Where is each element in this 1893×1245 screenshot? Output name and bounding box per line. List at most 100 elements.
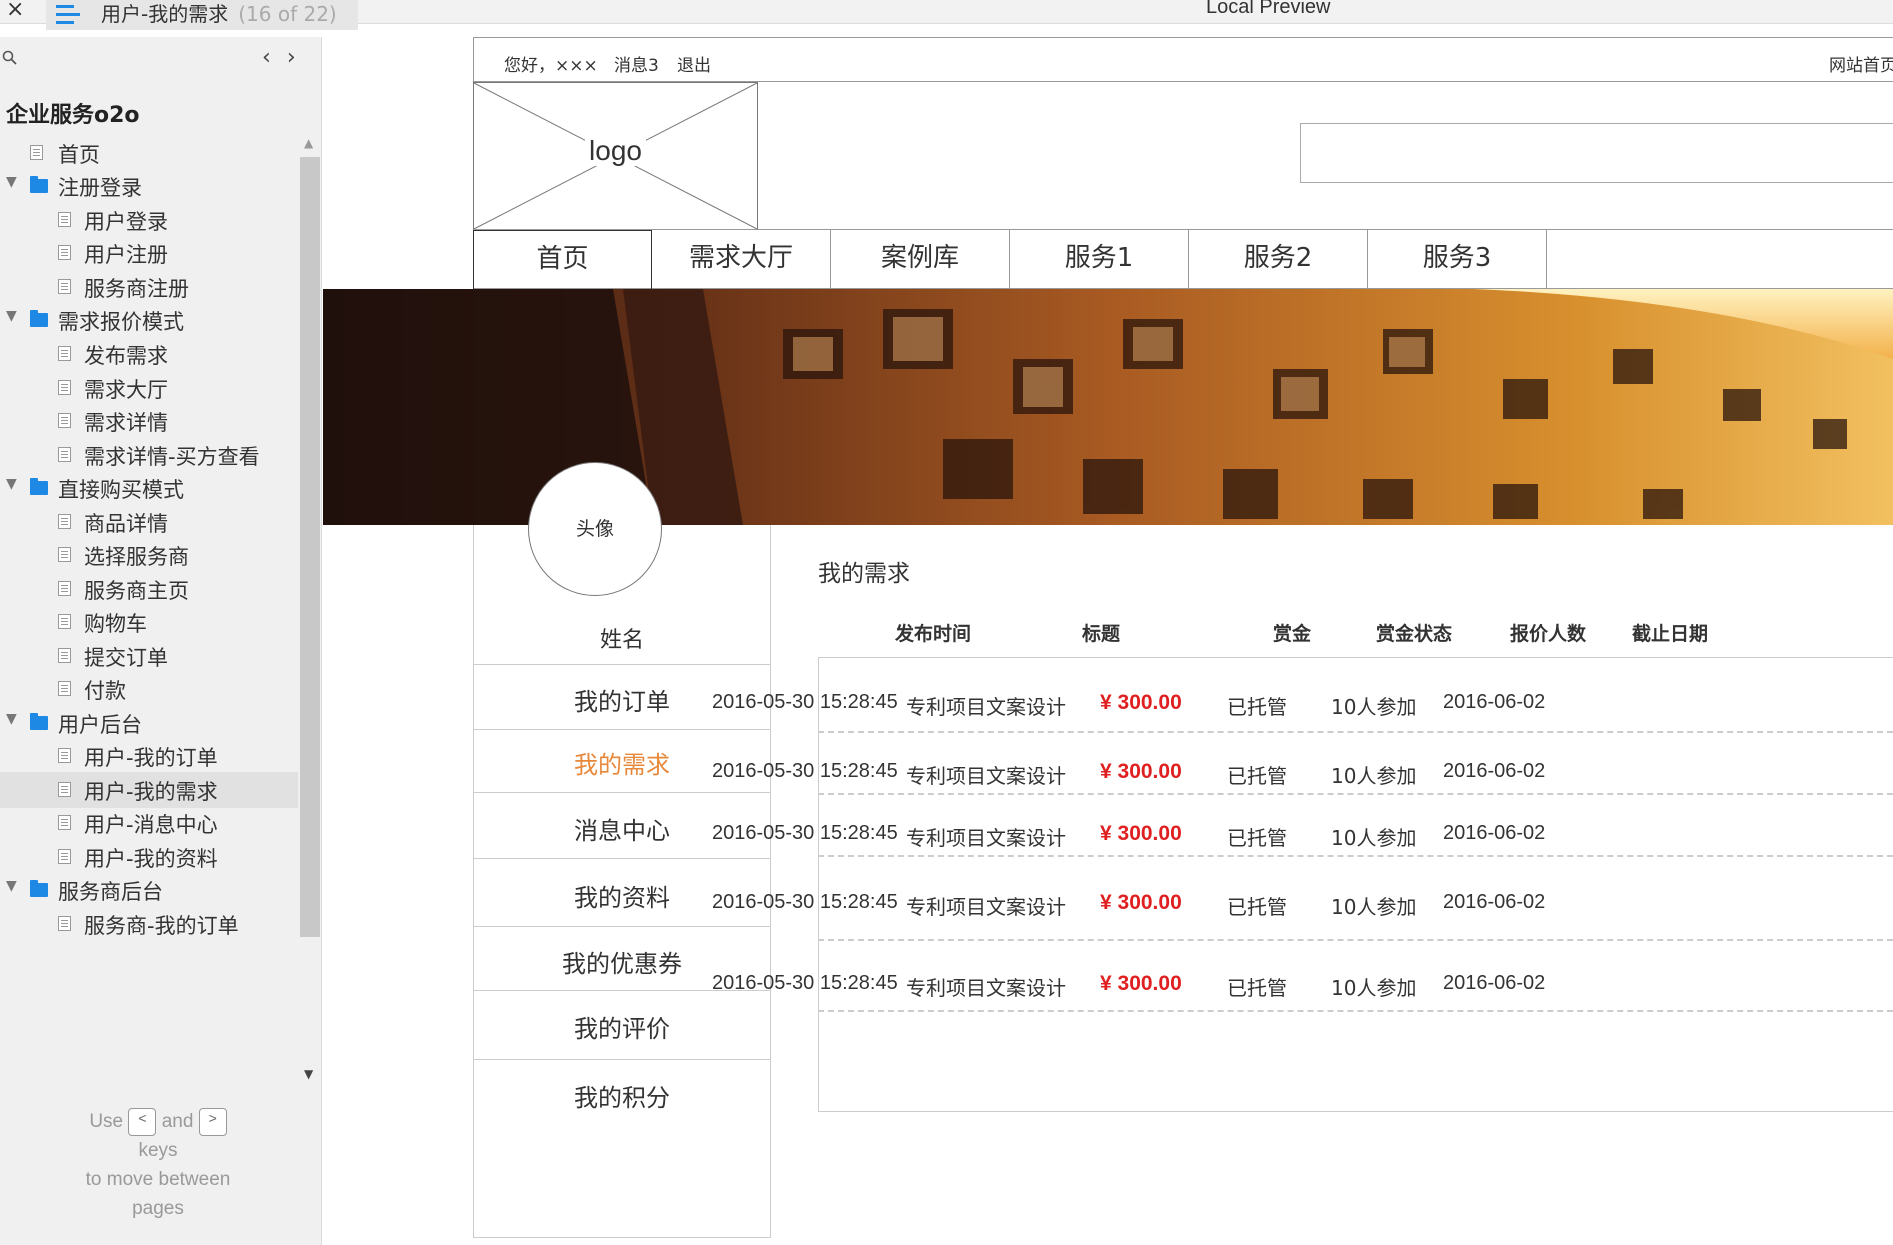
nav-item-cases[interactable]: 案例库 (831, 230, 1010, 289)
project-title: 企业服务o2o (6, 103, 140, 128)
tree-item-label: 付款 (84, 679, 126, 703)
logo-text: logo (585, 135, 646, 166)
page-icon (58, 748, 71, 763)
page-icon (58, 212, 71, 227)
cell-publish-time: 2016-05-30 15:28:45 (712, 760, 898, 782)
table-row[interactable]: 2016-05-30 15:28:45 专利项目文案设计 ¥ 300.00 已托管 10… (323, 733, 1893, 795)
tree-page[interactable]: 用户-我的资料 (0, 839, 298, 875)
keyboard-help: Use < and > keys to move between pages (0, 1107, 316, 1223)
tree-page[interactable]: 服务商主页 (0, 571, 298, 607)
preview-canvas: 您好，××× 消息3 退出 网站首页 logo 首页 需求大厅 案例库 服务1 … (323, 37, 1893, 1245)
cell-deadline: 2016-06-02 (1443, 760, 1546, 782)
tree-item-label: 需求详情 (84, 411, 168, 435)
page-icon (58, 581, 71, 596)
tree-item-label: 服务商-我的订单 (84, 914, 239, 938)
table-row[interactable]: 2016-05-30 15:28:45 专利项目文案设计 ¥ 300.00 已托管 10… (323, 795, 1893, 857)
tree-page[interactable]: 发布需求 (0, 336, 298, 372)
menu-icon[interactable] (56, 5, 80, 29)
search-input[interactable] (1300, 123, 1893, 183)
logo-placeholder: logo (473, 82, 758, 230)
folder-icon (30, 478, 48, 495)
tree-item-label: 直接购买模式 (58, 478, 184, 502)
tree-folder[interactable]: ▼ 需求报价模式 (0, 302, 298, 338)
col-header-deadline: 截止日期 (1632, 623, 1709, 645)
page-icon (58, 245, 71, 260)
table-row[interactable]: 2016-05-30 15:28:45 专利项目文案设计 ¥ 300.00 已托管 10… (323, 857, 1893, 941)
nav-item-home[interactable]: 首页 (473, 230, 652, 289)
tree-page[interactable]: 选择服务商 (0, 537, 298, 573)
expand-caret-icon[interactable]: ▼ (6, 308, 17, 324)
nav-item-service3[interactable]: 服务3 (1368, 230, 1547, 289)
nav-item-service1[interactable]: 服务1 (1010, 230, 1189, 289)
tree-page[interactable]: 购物车 (0, 604, 298, 640)
page-icon (58, 849, 71, 864)
page-count: (16 of 22) (238, 2, 337, 26)
tree-page[interactable]: 服务商-我的订单 (0, 906, 298, 942)
cell-bidders: 10人参加 (1331, 976, 1417, 1000)
close-icon[interactable]: × (6, 0, 24, 22)
help-and: and (161, 1111, 194, 1132)
tree-page[interactable]: 商品详情 (0, 504, 298, 540)
page-icon (58, 447, 71, 462)
menu-item-my-points[interactable]: 我的积分 (473, 1059, 771, 1137)
expand-caret-icon[interactable]: ▼ (6, 476, 17, 492)
tree-folder[interactable]: ▼ 服务商后台 (0, 872, 298, 908)
scrollbar-thumb[interactable] (300, 157, 320, 937)
tree-page[interactable]: 首页 (0, 135, 298, 171)
tree-folder[interactable]: ▼ 注册登录 (0, 168, 298, 204)
site-home-link[interactable]: 网站首页 (1829, 51, 1893, 76)
cell-bounty-status: 已托管 (1227, 695, 1287, 719)
tree-page[interactable]: 需求详情 (0, 403, 298, 439)
tree-item-label: 用户后台 (58, 713, 142, 737)
tree-page[interactable]: 用户登录 (0, 202, 298, 238)
page-icon (30, 145, 43, 160)
help-keys: keys (138, 1140, 178, 1161)
expand-caret-icon[interactable]: ▼ (6, 711, 17, 727)
prev-page-icon[interactable]: ‹ (262, 45, 287, 70)
tree-page[interactable]: 用户注册 (0, 235, 298, 271)
logo-text-wrap: logo (474, 135, 757, 167)
table-row[interactable]: 2016-05-30 15:28:45 专利项目文案设计 ¥ 300.00 已托管 10… (323, 941, 1893, 1012)
expand-caret-icon[interactable]: ▼ (6, 174, 17, 190)
logout-link[interactable]: 退出 (677, 51, 711, 76)
avatar[interactable]: 头像 (528, 462, 662, 596)
tree-page[interactable]: 用户-我的需求 (0, 772, 298, 808)
cell-publish-time: 2016-05-30 15:28:45 (712, 691, 898, 713)
expand-caret-icon[interactable]: ▼ (6, 878, 17, 894)
page-icon (58, 413, 71, 428)
tree-page[interactable]: 付款 (0, 671, 298, 707)
page-icon (58, 815, 71, 830)
tree-page[interactable]: 用户-消息中心 (0, 805, 298, 841)
nav-item-demand-hall[interactable]: 需求大厅 (652, 230, 831, 289)
page-icon (58, 916, 71, 931)
scroll-down-icon[interactable]: ▼ (304, 1067, 313, 1081)
scroll-up-icon[interactable]: ▲ (304, 136, 313, 150)
col-header-publish-time: 发布时间 (895, 623, 972, 645)
tree-page[interactable]: 服务商注册 (0, 269, 298, 305)
title-bar: × 用户-我的需求 (16 of 22) Local Preview (0, 0, 1893, 30)
tree-page[interactable]: 用户-我的订单 (0, 738, 298, 774)
tree-page[interactable]: 提交订单 (0, 638, 298, 674)
next-key-icon: > (198, 1107, 227, 1136)
messages-link[interactable]: 消息3 (614, 51, 659, 76)
site-top-bar: 您好，××× 消息3 退出 网站首页 (473, 37, 1893, 82)
tree-item-label: 首页 (58, 143, 100, 167)
nav-item-service2[interactable]: 服务2 (1189, 230, 1368, 289)
cell-bounty: ¥ 300.00 (1100, 891, 1182, 914)
tree-folder[interactable]: ▼ 直接购买模式 (0, 470, 298, 506)
tree-item-label: 发布需求 (84, 344, 168, 368)
cell-title: 专利项目文案设计 (906, 895, 1066, 919)
tree-page[interactable]: 需求详情-买方查看 (0, 437, 298, 473)
cell-bidders: 10人参加 (1331, 695, 1417, 719)
cell-bounty-status: 已托管 (1227, 895, 1287, 919)
tree-folder[interactable]: ▼ 用户后台 (0, 705, 298, 741)
folder-icon (30, 176, 48, 193)
tree-item-label: 需求详情-买方查看 (84, 445, 260, 469)
cell-deadline: 2016-06-02 (1443, 822, 1546, 844)
tree-page[interactable]: 需求大厅 (0, 370, 298, 406)
search-icon[interactable] (2, 50, 18, 70)
table-row[interactable]: 2016-05-30 15:28:45 专利项目文案设计 ¥ 300.00 已托管 10… (323, 657, 1893, 733)
next-page-icon[interactable]: › (287, 45, 312, 70)
page-nav-arrows: ‹› (262, 45, 312, 70)
page-tab[interactable]: 用户-我的需求 (16 of 22) (46, 0, 358, 30)
